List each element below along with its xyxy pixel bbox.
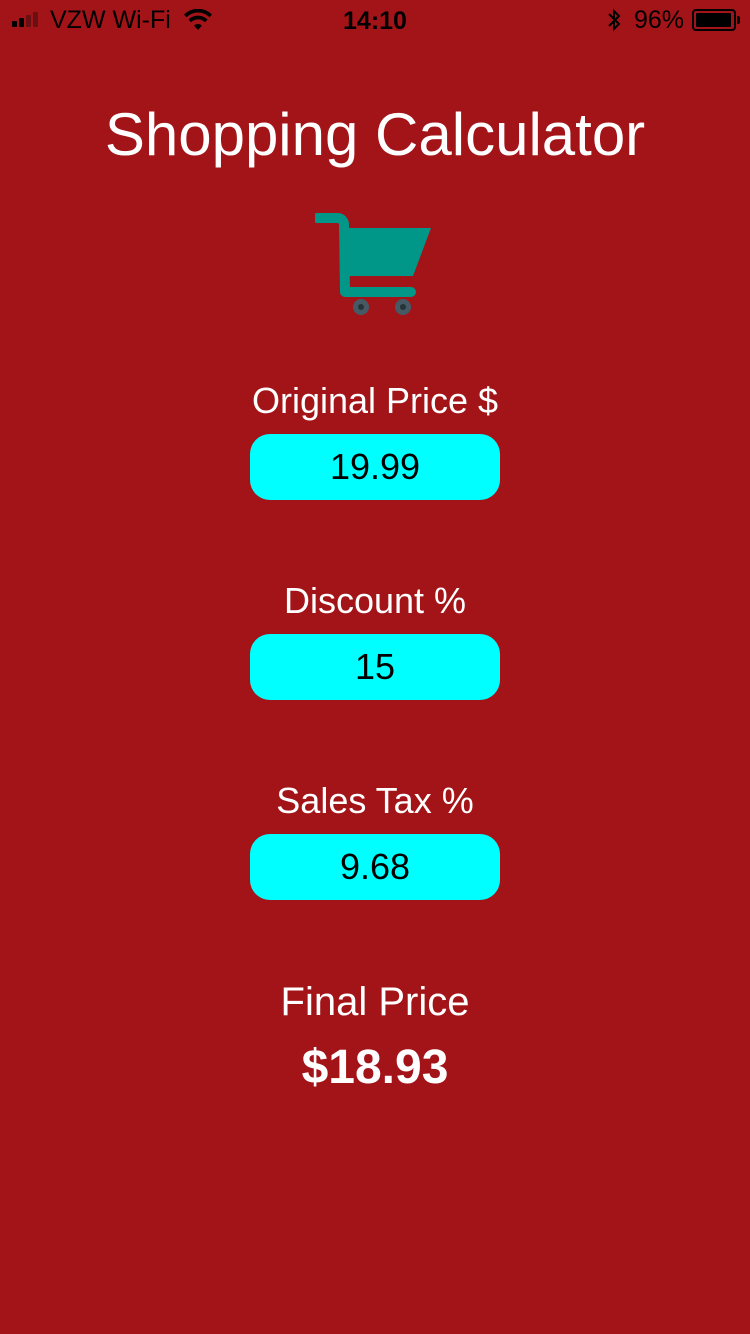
shopping-cart-icon [315, 213, 431, 315]
final-price-value: $18.93 [301, 1041, 449, 1094]
original-price-label: Original Price $ [251, 380, 499, 421]
page-title: Shopping Calculator [104, 101, 646, 168]
sales-tax-label: Sales Tax % [276, 780, 474, 821]
final-price-label: Final Price [280, 980, 470, 1024]
status-bar: VZW Wi-Fi 14:10 96% [0, 0, 750, 40]
battery-icon [692, 9, 740, 31]
sales-tax-input[interactable] [250, 834, 500, 900]
status-right: 96% [606, 5, 740, 34]
bluetooth-icon [608, 8, 621, 32]
original-price-input[interactable] [250, 434, 500, 500]
battery-percent: 96% [633, 5, 684, 34]
discount-label: Discount % [283, 580, 467, 621]
discount-input[interactable] [250, 634, 500, 700]
